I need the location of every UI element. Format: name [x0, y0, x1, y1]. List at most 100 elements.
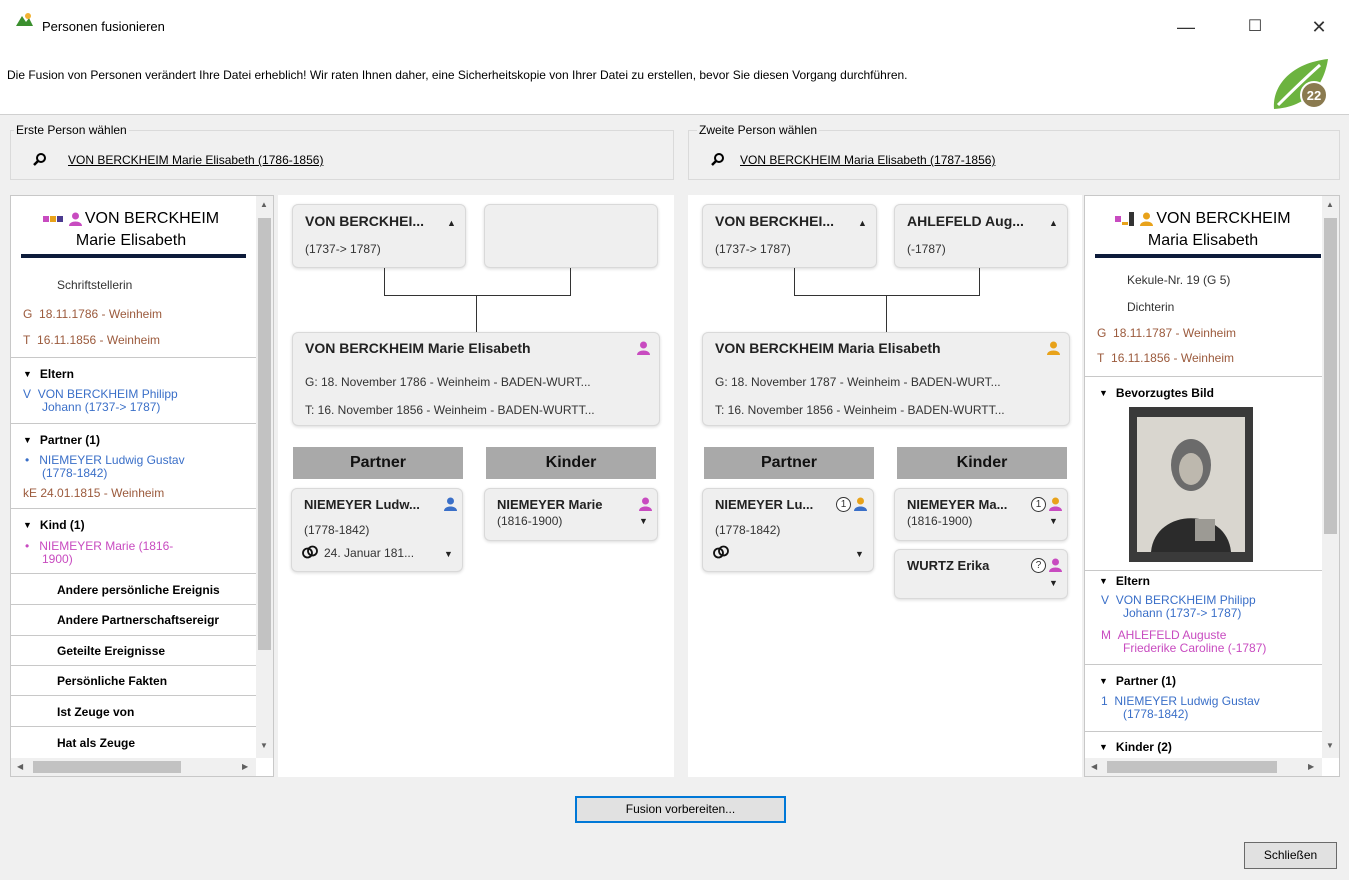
empty-mother-card[interactable] — [484, 204, 658, 268]
main-person-card[interactable]: VON BERCKHEIM Marie Elisabeth G: 18. Nov… — [292, 332, 660, 426]
collapse-triangle-icon[interactable]: ▼ — [1099, 576, 1108, 586]
child-card[interactable]: WURTZ Erika ? ▼ — [894, 549, 1068, 599]
collapse-triangle-icon[interactable]: ▼ — [23, 435, 32, 445]
right-parents-section[interactable]: ▼ Eltern — [1099, 574, 1150, 588]
collapse-up-icon[interactable]: ▲ — [447, 218, 456, 228]
right-horizontal-scrollbar[interactable]: ◀ ▶ — [1085, 758, 1322, 776]
left-witness-of[interactable]: Ist Zeuge von — [57, 705, 134, 719]
father-card[interactable]: VON BERCKHEI... ▲ (1737-> 1787) — [292, 204, 466, 268]
child-card[interactable]: NIEMEYER Marie (1816-1900) ▼ — [484, 488, 658, 541]
left-other-personal-events[interactable]: Andere persönliche Ereignis — [57, 583, 220, 597]
collapse-triangle-icon[interactable]: ▼ — [1099, 388, 1108, 398]
collapse-triangle-icon[interactable]: ▼ — [23, 369, 32, 379]
expand-down-icon[interactable]: ▼ — [1049, 516, 1058, 526]
bullet: • — [25, 453, 30, 467]
section-label: Bevorzugtes Bild — [1115, 386, 1214, 400]
left-death-row: T 16.11.1856 - Weinheim — [23, 333, 160, 347]
right-partner-section[interactable]: ▼ Partner (1) — [1099, 674, 1176, 688]
left-has-witness[interactable]: Hat als Zeuge — [57, 736, 135, 750]
right-mother-line2[interactable]: Friederike Caroline (-1787) — [1123, 642, 1266, 655]
expand-down-icon[interactable]: ▼ — [855, 549, 864, 559]
collapse-triangle-icon[interactable]: ▼ — [23, 520, 32, 530]
partner-card[interactable]: NIEMEYER Lu... 1 (1778-1842) ▼ — [702, 488, 874, 572]
connector-line — [886, 295, 887, 332]
left-marriage-row: kE 24.01.1815 - Weinheim — [23, 487, 164, 500]
maximize-button[interactable]: ☐ — [1232, 8, 1278, 46]
left-parents-section[interactable]: ▼ Eltern — [23, 367, 74, 381]
close-button[interactable]: Schließen — [1244, 842, 1337, 869]
birth-prefix: G — [1097, 326, 1107, 340]
right-father-line2[interactable]: Johann (1737-> 1787) — [1123, 607, 1241, 620]
scroll-left-icon[interactable]: ◀ — [1091, 762, 1097, 771]
right-person-details: VON BERCKHEIM Maria Elisabeth Kekule-Nr.… — [1084, 195, 1340, 777]
separator — [1085, 731, 1322, 732]
right-image-section[interactable]: ▼ Bevorzugtes Bild — [1099, 386, 1214, 400]
rings-icon — [302, 545, 318, 559]
right-birth: 18.11.1787 - Weinheim — [1113, 326, 1236, 340]
left-personal-facts[interactable]: Persönliche Fakten — [57, 674, 167, 688]
child-card[interactable]: NIEMEYER Ma... 1 (1816-1900) ▼ — [894, 488, 1068, 541]
right-children-section[interactable]: ▼ Kinder (2) — [1099, 740, 1172, 754]
left-partner-section[interactable]: ▼ Partner (1) — [23, 433, 100, 447]
mother-card[interactable]: AHLEFELD Aug... ▲ (-1787) — [894, 204, 1068, 268]
left-child-section[interactable]: ▼ Kind (1) — [23, 518, 85, 532]
left-person-details: VON BERCKHEIM Marie Elisabeth Schriftste… — [10, 195, 274, 777]
left-father-line2[interactable]: Johann (1737-> 1787) — [42, 401, 160, 414]
child-dates: (1816-1900) — [497, 514, 563, 528]
father-card[interactable]: VON BERCKHEI... ▲ (1737-> 1787) — [702, 204, 877, 268]
right-name-line2: Maria Elisabeth — [1147, 232, 1259, 249]
right-partner-line2[interactable]: (1778-1842) — [1123, 708, 1188, 721]
left-shared-events[interactable]: Geteilte Ereignisse — [57, 644, 165, 658]
scroll-thumb[interactable] — [1107, 761, 1277, 773]
right-person-name: VON BERCKHEIM — [1085, 208, 1321, 230]
collapse-triangle-icon[interactable]: ▼ — [1099, 676, 1108, 686]
right-name-line1: VON BERCKHEIM — [1156, 210, 1291, 227]
right-death-row: T 16.11.1856 - Weinheim — [1097, 351, 1234, 365]
second-person-link[interactable]: VON BERCKHEIM Maria Elisabeth (1787-1856… — [740, 153, 995, 167]
first-person-link[interactable]: VON BERCKHEIM Marie Elisabeth (1786-1856… — [68, 153, 323, 167]
collapse-triangle-icon[interactable]: ▼ — [1099, 742, 1108, 752]
left-horizontal-scrollbar[interactable]: ◀ ▶ — [11, 758, 256, 776]
warning-bar: Die Fusion von Personen verändert Ihre D… — [0, 50, 1349, 115]
scroll-right-icon[interactable]: ▶ — [242, 762, 248, 771]
main-person-card[interactable]: VON BERCKHEIM Maria Elisabeth G: 18. Nov… — [702, 332, 1070, 426]
collapse-up-icon[interactable]: ▲ — [1049, 218, 1058, 228]
status-square — [1122, 222, 1129, 225]
search-icon[interactable] — [33, 152, 47, 166]
scroll-thumb[interactable] — [33, 761, 181, 773]
title-bar: Personen fusionieren — ☐ ✕ — [0, 0, 1349, 50]
scroll-right-icon[interactable]: ▶ — [1308, 762, 1314, 771]
father-line1: VON BERCKHEIM Philipp — [37, 387, 178, 401]
expand-down-icon[interactable]: ▼ — [1049, 578, 1058, 588]
prepare-merge-button[interactable]: Fusion vorbereiten... — [575, 796, 786, 823]
scroll-thumb[interactable] — [1324, 218, 1337, 534]
left-name-line1: VON BERCKHEIM — [84, 210, 220, 227]
left-child-line2[interactable]: 1900) — [42, 553, 73, 566]
left-partner-line2[interactable]: (1778-1842) — [42, 467, 107, 480]
scroll-down-icon[interactable]: ▼ — [1326, 741, 1334, 750]
left-vertical-scrollbar[interactable]: ▲ ▼ — [256, 196, 273, 758]
collapse-up-icon[interactable]: ▲ — [858, 218, 867, 228]
expand-down-icon[interactable]: ▼ — [444, 549, 453, 559]
close-window-button[interactable]: ✕ — [1296, 8, 1342, 46]
scroll-up-icon[interactable]: ▲ — [260, 200, 268, 209]
right-occupation: Dichterin — [1127, 300, 1175, 314]
left-death: 16.11.1856 - Weinheim — [37, 333, 160, 347]
scroll-up-icon[interactable]: ▲ — [1326, 200, 1334, 209]
scroll-down-icon[interactable]: ▼ — [260, 741, 268, 750]
scroll-thumb[interactable] — [258, 218, 271, 650]
scroll-left-icon[interactable]: ◀ — [17, 762, 23, 771]
search-icon[interactable] — [711, 152, 725, 166]
connector-line — [384, 268, 385, 295]
unknown-badge: ? — [1031, 558, 1046, 573]
children-header: Kinder — [486, 447, 656, 479]
child-dates: (1816-1900) — [907, 514, 973, 528]
right-death: 16.11.1856 - Weinheim — [1111, 351, 1234, 365]
main-person-name: VON BERCKHEIM Maria Elisabeth — [715, 340, 941, 356]
left-marriage: 24.01.1815 - Weinheim — [40, 486, 165, 500]
left-other-partnership-events[interactable]: Andere Partnerschaftsereigr — [57, 613, 219, 627]
expand-down-icon[interactable]: ▼ — [639, 516, 648, 526]
minimize-button[interactable]: — — [1163, 8, 1209, 46]
partner-card[interactable]: NIEMEYER Ludw... (1778-1842) 24. Januar … — [291, 488, 463, 572]
right-vertical-scrollbar[interactable]: ▲ ▼ — [1322, 196, 1339, 758]
